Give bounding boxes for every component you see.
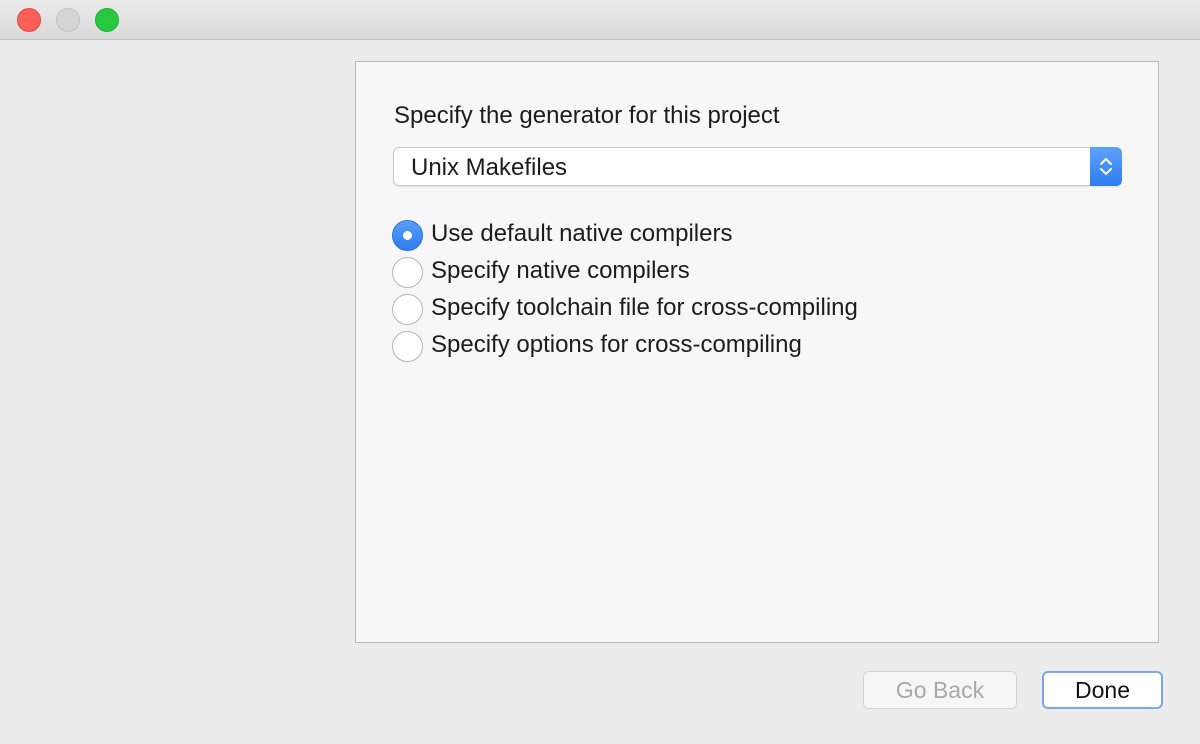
radio-option-label[interactable]: Specify toolchain file for cross-compili… (431, 294, 858, 322)
up-down-chevron-icon[interactable] (1090, 147, 1122, 186)
done-button[interactable]: Done (1042, 671, 1163, 709)
radio-option-label[interactable]: Use default native compilers (431, 220, 732, 248)
generator-select[interactable]: Unix Makefiles (393, 147, 1122, 186)
close-icon[interactable] (17, 8, 41, 32)
title-bar (0, 0, 1200, 40)
generator-select-value: Unix Makefiles (411, 154, 568, 181)
radio-option-label[interactable]: Specify native compilers (431, 257, 690, 285)
go-back-button[interactable]: Go Back (863, 671, 1017, 709)
radio-button[interactable] (392, 294, 423, 325)
radio-button-checked[interactable] (392, 220, 423, 251)
radio-button[interactable] (392, 331, 423, 362)
maximize-icon[interactable] (95, 8, 119, 32)
radio-option-label[interactable]: Specify options for cross-compiling (431, 331, 802, 359)
wizard-panel: Specify the generator for this project U… (355, 61, 1159, 643)
radio-button[interactable] (392, 257, 423, 288)
generator-prompt: Specify the generator for this project (394, 102, 780, 129)
minimize-icon[interactable] (56, 8, 80, 32)
setup-window: Specify the generator for this project U… (0, 0, 1200, 744)
